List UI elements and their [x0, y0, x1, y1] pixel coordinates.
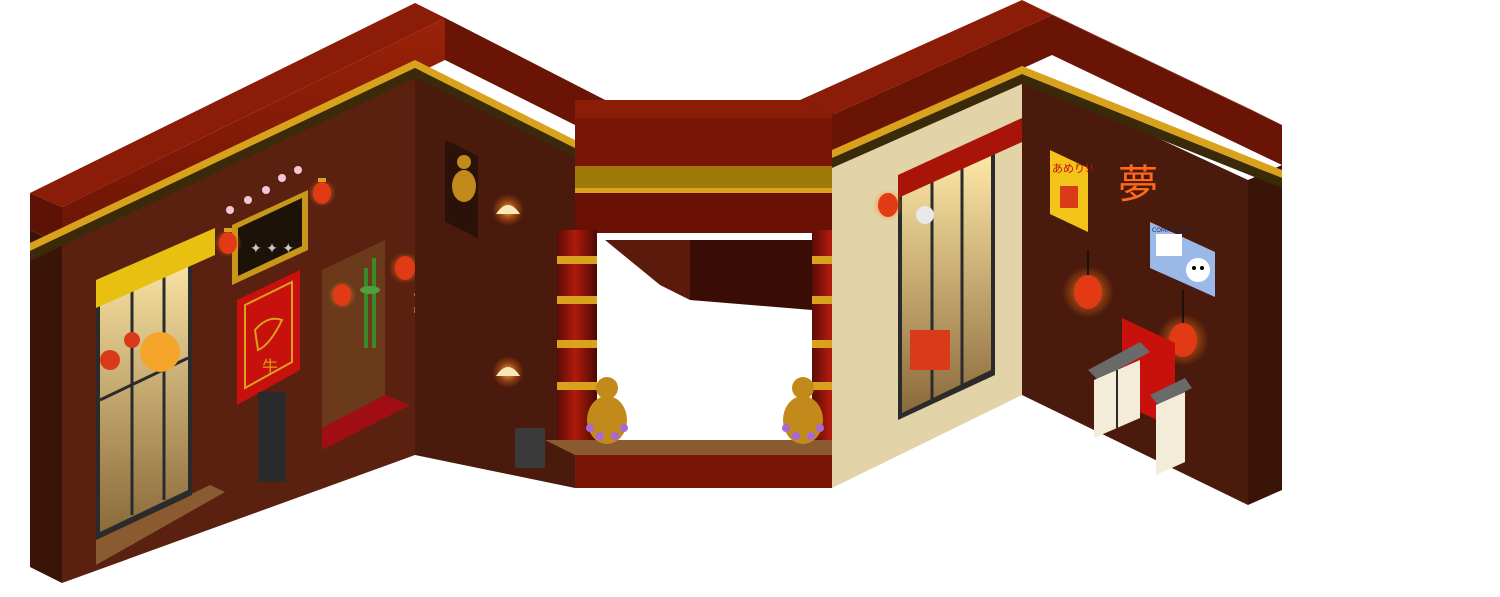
ox-banner-glyph: 牛: [262, 357, 278, 376]
left-wall-segment: 牛 ✦ ✦ ✦: [30, 3, 446, 583]
wall-edge-left: [30, 230, 62, 583]
wall-edge-right: [1248, 165, 1282, 505]
lattice-panel: [515, 428, 545, 468]
cat-poster-header: COMM NEWS: [1152, 227, 1191, 234]
lantern-icon: [328, 281, 356, 309]
middle-right-wall: [800, 0, 1052, 488]
svg-text:✦ ✦ ✦: ✦ ✦ ✦: [250, 241, 294, 257]
noodle-poster-text: あめり!!: [1052, 162, 1094, 175]
lantern-icon: [140, 332, 180, 372]
gate-roof: [575, 100, 835, 120]
buddha-statue-icon: [445, 140, 478, 238]
lattice-panel: [258, 392, 286, 482]
gate-gold-band: [575, 166, 835, 188]
lantern-icon: [872, 189, 904, 221]
center-gate: [545, 100, 860, 488]
right-wall-segment: あめり!! 夢 COMM NEWS: [1022, 0, 1282, 505]
neon-sign-right: 夢: [1118, 162, 1158, 208]
gate-ledge: [545, 440, 860, 455]
wall-sconce: [492, 194, 524, 226]
maneki-neko-icon: [1186, 258, 1210, 282]
wall-sconce: [492, 356, 524, 388]
habbo-room-scene: 牛 ✦ ✦ ✦ あめり!! 夢 COMM NEWS: [30, 0, 1282, 583]
